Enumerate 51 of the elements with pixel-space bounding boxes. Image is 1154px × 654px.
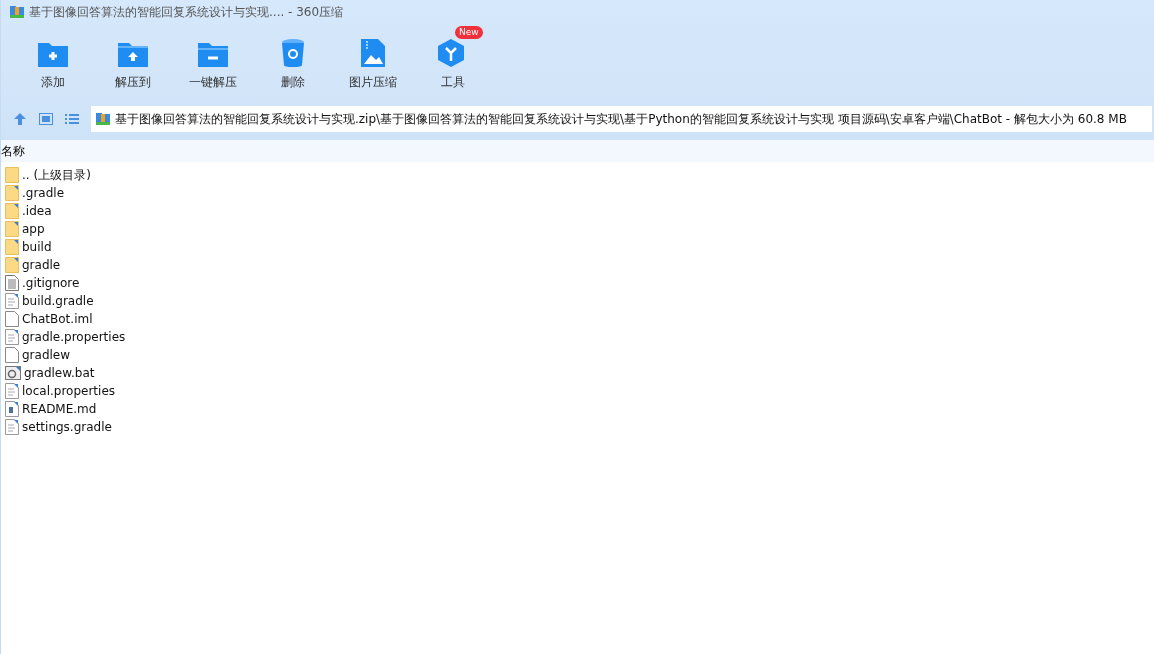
image-file-icon	[360, 38, 386, 68]
file-name[interactable]: gradle	[22, 258, 61, 272]
folder-upload-icon	[117, 40, 149, 68]
address-bar[interactable]: 基于图像回答算法的智能回复系统设计与实现.zip\基于图像回答算法的智能回复系统设计与实现\基于Python的智能回复系统设计与实现 项目源码\安卓客户端\ChatBot - 解包大小为 60.8 MB	[91, 106, 1152, 132]
document-icon	[5, 383, 19, 399]
folder-minus-icon	[197, 40, 229, 68]
file-name[interactable]: gradlew.bat	[24, 366, 95, 380]
up-arrow-icon[interactable]	[13, 112, 27, 126]
archive-icon	[9, 4, 25, 20]
document-icon	[5, 401, 19, 417]
text-file-icon	[5, 275, 19, 291]
file-name[interactable]: app	[22, 222, 45, 236]
blank-file-icon	[5, 311, 19, 327]
document-icon	[5, 329, 19, 345]
toolbar-button[interactable]: 添加	[13, 24, 93, 98]
folder-shortcut-icon	[5, 257, 19, 273]
archive-icon	[95, 111, 111, 127]
list-view-icon[interactable]	[65, 113, 79, 125]
toolbar-button[interactable]: New 工具	[413, 24, 493, 98]
file-name[interactable]: README.md	[22, 402, 97, 416]
new-badge: New	[455, 26, 483, 39]
blank-file-icon	[5, 347, 19, 363]
folder-shortcut-icon	[5, 221, 19, 237]
document-icon	[5, 293, 19, 309]
toolbar-button[interactable]: 解压到	[93, 24, 173, 98]
archive-path: 基于图像回答算法的智能回复系统设计与实现.zip\基于图像回答算法的智能回复系统设计与实现\基于Python的智能回复系统设计与实现 项目源码\安卓客户端\ChatBot - 解包大小为 60.8 MB	[115, 110, 1127, 128]
file-name[interactable]: settings.gradle	[22, 420, 112, 434]
file-name[interactable]: .. (上级目录)	[22, 166, 91, 184]
folder-plus-icon	[37, 40, 69, 68]
recycle-bin-icon	[281, 38, 305, 68]
file-name[interactable]: build.gradle	[22, 294, 94, 308]
thumbnail-view-icon[interactable]	[39, 113, 53, 125]
file-name[interactable]: .idea	[22, 204, 52, 218]
gear-file-icon	[5, 365, 21, 381]
document-icon	[5, 419, 19, 435]
file-name[interactable]: .gitignore	[22, 276, 80, 290]
folder-shortcut-icon	[5, 185, 19, 201]
toolbar-button[interactable]: 一键解压	[173, 24, 253, 98]
file-name[interactable]: local.properties	[22, 384, 115, 398]
file-name[interactable]: .gradle	[22, 186, 65, 200]
toolbar-button[interactable]: 图片压缩	[333, 24, 413, 98]
file-name[interactable]: gradle.properties	[22, 330, 126, 344]
window-title: 基于图像回答算法的智能回复系统设计与实现.... - 360压缩	[29, 3, 344, 21]
column-header[interactable]: 名称	[1, 142, 25, 160]
file-name[interactable]: gradlew	[22, 348, 71, 362]
folder-icon	[5, 167, 19, 183]
folder-shortcut-icon	[5, 239, 19, 255]
file-name[interactable]: build	[22, 240, 52, 254]
file-name[interactable]: ChatBot.iml	[22, 312, 93, 326]
toolbar-button[interactable]: 删除	[253, 24, 333, 98]
folder-shortcut-icon	[5, 203, 19, 219]
